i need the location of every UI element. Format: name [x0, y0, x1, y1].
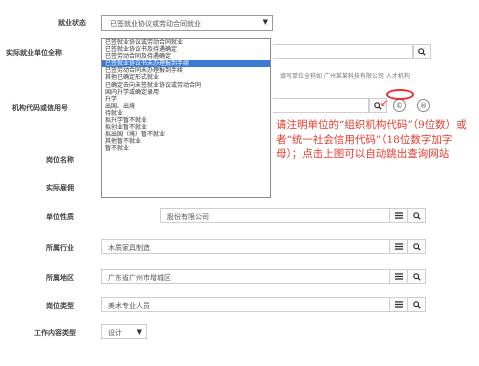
org-code-label: 机构代码或信用号 — [12, 104, 68, 112]
unit-nature-list-button[interactable] — [390, 208, 408, 223]
actual-employer-label: 实际雇佣 — [46, 184, 74, 192]
copyright-icon[interactable]: © — [393, 99, 406, 112]
dropdown-option[interactable]: 暂不就业 — [102, 145, 270, 152]
region-list-button[interactable] — [390, 269, 408, 284]
dropdown-option[interactable]: 国内升学或确定录用 — [102, 89, 270, 96]
work-content-type-label: 工作内容类型 — [34, 329, 76, 337]
employer-name-input[interactable] — [273, 44, 413, 59]
dropdown-option[interactable]: 出国、出境 — [102, 103, 270, 110]
industry-search-button[interactable] — [408, 239, 426, 254]
unit-nature-input[interactable]: 股份有限公司 — [160, 208, 390, 223]
instruction-note: 请注明单位的“组织机构代码”（9位数）或者“统一社会信用代码”（18位数字加字母… — [276, 119, 467, 160]
employment-status-value: 已签就业协议或劳动合同就业 — [110, 20, 201, 28]
org-code-input[interactable] — [273, 98, 369, 113]
region-search-button[interactable] — [408, 269, 426, 284]
region-input[interactable]: 广东省广州市增城区 — [101, 269, 390, 284]
region-value: 广东省广州市增城区 — [108, 274, 171, 282]
industry-label: 所属行业 — [46, 244, 74, 252]
unit-nature-search-button[interactable] — [408, 208, 426, 223]
employer-hint: 填写单位全称如 广州某某科技有限公司 人才机构 — [280, 73, 410, 80]
chevron-down-icon: ▼ — [262, 18, 268, 26]
industry-value: 木质家具制造 — [108, 244, 150, 252]
job-type-value: 美术专业人员 — [108, 302, 150, 310]
dropdown-option[interactable]: 已确定去向未签就业协议或劳动合同 — [102, 82, 270, 89]
list-icon — [394, 212, 403, 219]
unit-nature-value: 股份有限公司 — [167, 213, 209, 221]
industry-list-button[interactable] — [390, 239, 408, 254]
list-icon — [394, 301, 403, 308]
highlight-ring — [386, 89, 414, 100]
list-icon — [394, 273, 403, 280]
registered-icon[interactable]: ® — [417, 99, 430, 112]
employer-name-label: 实际就业单位全称 — [6, 49, 62, 57]
search-icon — [412, 300, 421, 309]
job-type-input[interactable]: 美术专业人员 — [101, 297, 390, 312]
search-icon — [418, 47, 426, 56]
search-icon — [412, 272, 421, 281]
employment-status-select[interactable]: 已签就业协议或劳动合同就业 ▼ — [101, 15, 273, 31]
position-name-label: 岗位名称 — [46, 156, 74, 164]
employment-status-dropdown[interactable]: 已签就业协议或劳动合同就业 已签就业协议书及待遇确定 已签劳动合同及待遇确定 已签就业… — [101, 38, 271, 198]
employer-search-button[interactable] — [413, 44, 431, 59]
job-type-label: 岗位类型 — [46, 302, 74, 310]
dropdown-option[interactable]: 其他已确定形式就业 — [102, 74, 270, 81]
work-content-type-select[interactable]: 设计 ▼ — [101, 324, 147, 339]
job-type-list-button[interactable] — [390, 297, 408, 312]
region-label: 所属地区 — [46, 274, 74, 282]
work-content-type-value: 设计 — [108, 329, 122, 337]
search-icon — [412, 242, 421, 251]
dropdown-option[interactable]: 待就业 — [102, 110, 270, 117]
search-icon — [412, 211, 421, 220]
list-icon — [394, 243, 403, 250]
chevron-down-icon: ▼ — [136, 328, 142, 336]
job-type-search-button[interactable] — [408, 297, 426, 312]
unit-nature-label: 单位性质 — [46, 213, 74, 221]
arrow-icon: ↙ — [380, 98, 389, 109]
industry-input[interactable]: 木质家具制造 — [101, 239, 390, 254]
dropdown-option[interactable]: 升学 — [102, 96, 270, 103]
employment-status-label: 就业状态 — [58, 19, 86, 27]
